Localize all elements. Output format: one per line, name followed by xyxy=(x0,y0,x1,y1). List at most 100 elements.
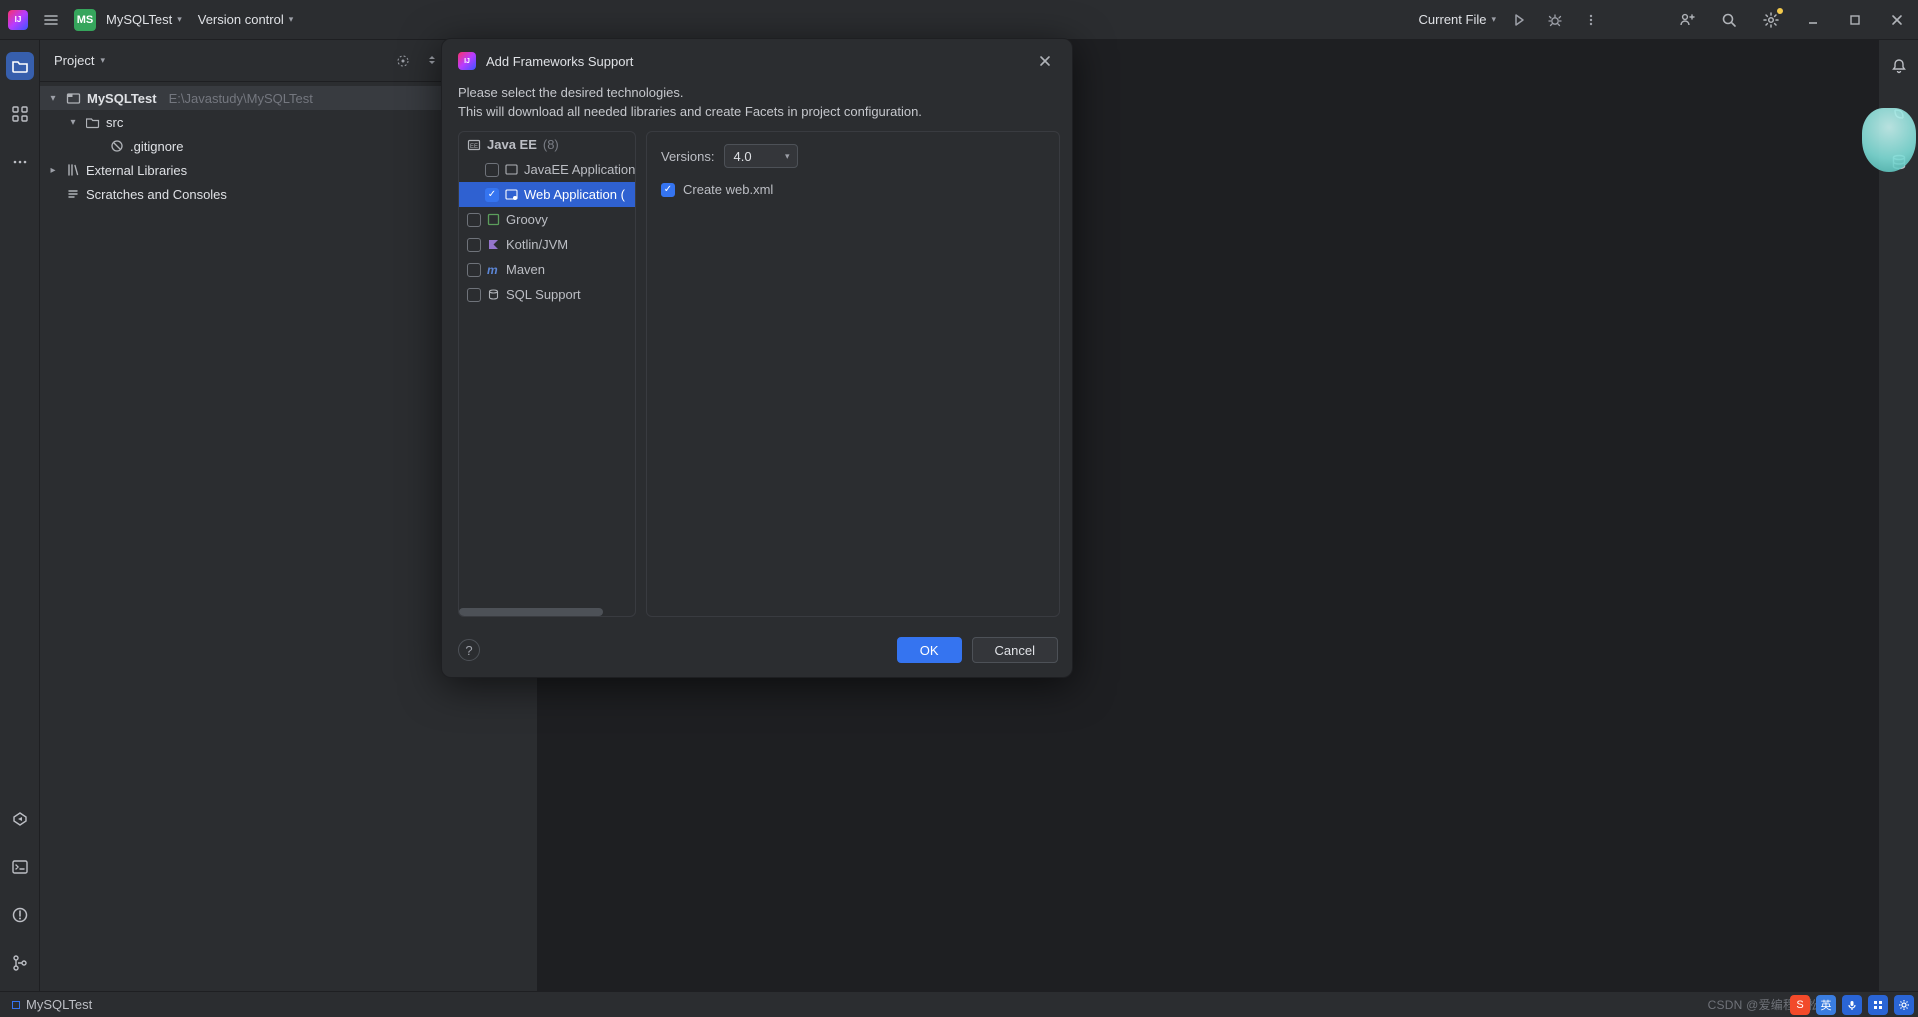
scratches-icon xyxy=(66,187,80,201)
frameworks-scrollbar[interactable] xyxy=(459,608,603,616)
tree-root-path: E:\Javastudy\MySQLTest xyxy=(169,91,313,106)
ime-toolbox-icon[interactable] xyxy=(1868,995,1888,1015)
run-configuration-dropdown[interactable]: Current File ▾ xyxy=(1419,12,1496,27)
dialog-description: Please select the desired technologies. … xyxy=(442,83,1072,131)
frameworks-list[interactable]: EE Java EE (8) JavaEE Application Web Ap… xyxy=(458,131,636,617)
groovy-icon xyxy=(487,213,500,226)
ime-voice-icon[interactable] xyxy=(1842,995,1862,1015)
cancel-button[interactable]: Cancel xyxy=(972,637,1058,663)
project-name-dropdown[interactable]: MySQLTest ▾ xyxy=(106,12,182,27)
chevron-down-icon[interactable]: ▾ xyxy=(46,93,60,104)
version-control-tool-button[interactable] xyxy=(6,949,34,977)
left-tool-rail xyxy=(0,40,40,991)
status-project-label[interactable]: MySQLTest xyxy=(26,997,92,1012)
web-app-icon xyxy=(505,188,518,201)
create-webxml-option[interactable]: Create web.xml xyxy=(661,182,1045,197)
maven-icon: m xyxy=(487,263,500,277)
settings-notification-dot xyxy=(1777,8,1783,14)
versions-label: Versions: xyxy=(661,149,714,164)
settings-icon[interactable] xyxy=(1758,7,1784,33)
window-minimize-button[interactable] xyxy=(1800,7,1826,33)
status-bar: MySQLTest xyxy=(0,991,1918,1017)
project-name-label: MySQLTest xyxy=(106,12,172,27)
chevron-down-icon: ▾ xyxy=(785,151,790,162)
code-with-me-icon[interactable] xyxy=(1674,7,1700,33)
checkbox-unchecked[interactable] xyxy=(467,238,481,252)
window-maximize-button[interactable] xyxy=(1842,7,1868,33)
framework-javaee-group[interactable]: EE Java EE (8) xyxy=(459,132,635,157)
checkbox-checked[interactable] xyxy=(661,183,675,197)
checkbox-unchecked[interactable] xyxy=(485,163,499,177)
intellij-logo-icon[interactable]: IJ xyxy=(8,10,28,30)
checkbox-unchecked[interactable] xyxy=(467,263,481,277)
chevron-right-icon[interactable]: ▸ xyxy=(46,165,60,176)
version-control-dropdown[interactable]: Version control ▾ xyxy=(198,12,294,27)
sql-icon xyxy=(487,288,500,301)
framework-javaee-application[interactable]: JavaEE Application xyxy=(459,157,635,182)
select-opened-file-icon[interactable] xyxy=(395,53,411,69)
project-pane-title: Project xyxy=(54,53,94,68)
problems-tool-button[interactable] xyxy=(6,901,34,929)
terminal-tool-button[interactable] xyxy=(6,853,34,881)
checkbox-unchecked[interactable] xyxy=(467,288,481,302)
checkbox-checked[interactable] xyxy=(485,188,499,202)
gitignore-file-icon xyxy=(110,139,124,153)
ime-lang-icon[interactable]: 英 xyxy=(1816,995,1836,1015)
debug-button[interactable] xyxy=(1542,7,1568,33)
status-module-icon xyxy=(12,1001,20,1009)
framework-web-application-label: Web Application ( xyxy=(524,187,625,202)
add-frameworks-dialog: IJ Add Frameworks Support Please select … xyxy=(441,38,1073,678)
more-tool-windows-button[interactable] xyxy=(6,148,34,176)
framework-kotlin[interactable]: Kotlin/JVM xyxy=(459,232,635,257)
expand-all-icon[interactable] xyxy=(425,53,439,69)
tree-scratches-label: Scratches and Consoles xyxy=(86,187,227,202)
ime-settings-icon[interactable] xyxy=(1894,995,1914,1015)
help-button[interactable]: ? xyxy=(458,639,480,661)
version-control-label: Version control xyxy=(198,12,284,27)
more-actions-button[interactable] xyxy=(1578,7,1604,33)
folder-icon xyxy=(86,115,100,129)
notifications-tool-button[interactable] xyxy=(1885,52,1913,80)
right-tool-rail xyxy=(1878,40,1918,991)
cancel-button-label: Cancel xyxy=(995,643,1035,658)
chevron-down-icon[interactable]: ▾ xyxy=(66,117,80,128)
framework-javaee-application-label: JavaEE Application xyxy=(524,162,635,177)
framework-javaee-count: (8) xyxy=(543,137,559,152)
dialog-desc-line1: Please select the desired technologies. xyxy=(458,83,1056,102)
checkbox-unchecked[interactable] xyxy=(467,213,481,227)
sogou-ime-icon[interactable]: S xyxy=(1790,995,1810,1015)
run-button[interactable] xyxy=(1506,7,1532,33)
framework-groovy-label: Groovy xyxy=(506,212,548,227)
main-menu-button[interactable] xyxy=(38,7,64,33)
ok-button[interactable]: OK xyxy=(897,637,962,663)
version-select[interactable]: 4.0 ▾ xyxy=(724,144,798,168)
tree-gitignore-label: .gitignore xyxy=(130,139,183,154)
tree-external-libraries-label: External Libraries xyxy=(86,163,187,178)
libraries-icon xyxy=(66,163,80,177)
framework-groovy[interactable]: Groovy xyxy=(459,207,635,232)
structure-tool-button[interactable] xyxy=(6,100,34,128)
window-close-button[interactable] xyxy=(1884,7,1910,33)
chevron-down-icon: ▾ xyxy=(1491,14,1496,25)
services-tool-button[interactable] xyxy=(6,805,34,833)
framework-sql-support-label: SQL Support xyxy=(506,287,581,302)
search-everywhere-icon[interactable] xyxy=(1716,7,1742,33)
dialog-title: Add Frameworks Support xyxy=(486,54,633,69)
framework-web-application[interactable]: Web Application ( xyxy=(459,182,635,207)
framework-sql-support[interactable]: SQL Support xyxy=(459,282,635,307)
mascot-decoration xyxy=(1862,108,1916,172)
ok-button-label: OK xyxy=(920,643,939,658)
tree-src-label: src xyxy=(106,115,123,130)
chevron-down-icon: ▾ xyxy=(177,14,182,25)
javaee-app-icon xyxy=(505,163,518,176)
framework-kotlin-label: Kotlin/JVM xyxy=(506,237,568,252)
create-webxml-label: Create web.xml xyxy=(683,182,773,197)
framework-maven-label: Maven xyxy=(506,262,545,277)
project-tool-button[interactable] xyxy=(6,52,34,80)
framework-javaee-label: Java EE xyxy=(487,137,537,152)
system-tray-overlay: S 英 xyxy=(1790,995,1914,1015)
framework-maven[interactable]: m Maven xyxy=(459,257,635,282)
dialog-close-button[interactable] xyxy=(1034,50,1056,72)
intellij-logo-icon: IJ xyxy=(458,52,476,70)
chevron-down-icon[interactable]: ▾ xyxy=(100,55,105,66)
